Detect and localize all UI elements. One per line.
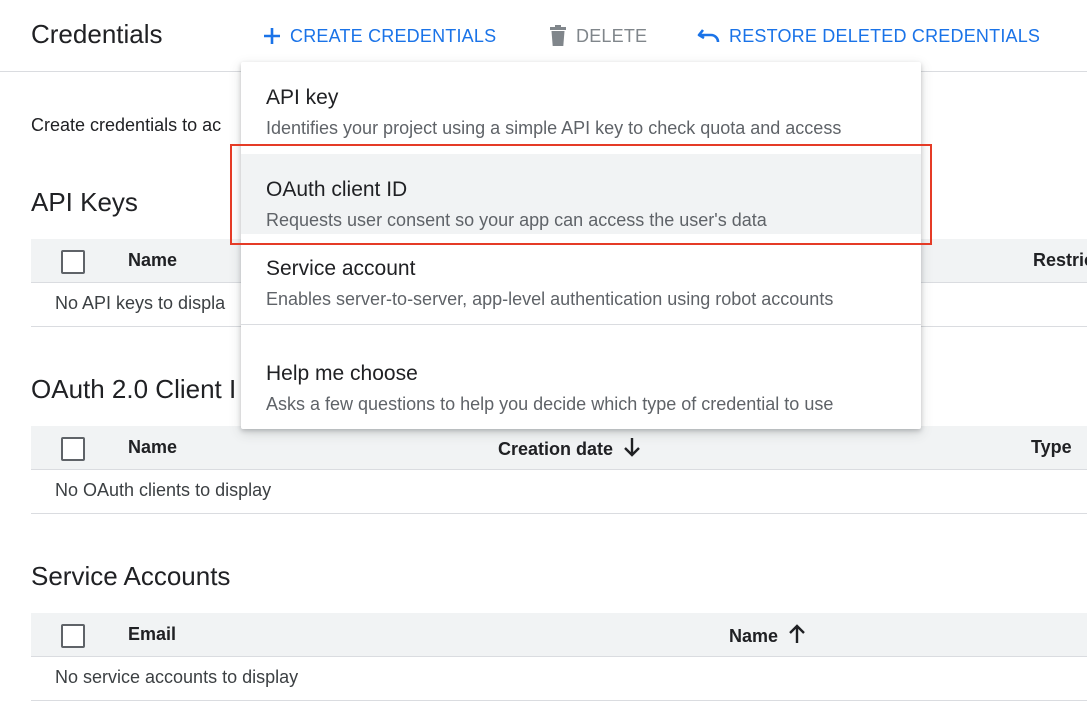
trash-icon xyxy=(548,25,568,47)
menu-item-label: OAuth client ID xyxy=(266,178,408,201)
create-credentials-label: CREATE CREDENTIALS xyxy=(290,25,497,46)
oauth-column-name[interactable]: Name xyxy=(128,437,177,458)
menu-item-oauth-client-id[interactable]: OAuth client ID Requests user consent so… xyxy=(241,154,921,234)
api-keys-column-restrictions[interactable]: Restric xyxy=(1033,250,1087,271)
service-accounts-empty-text: No service accounts to display xyxy=(55,667,299,687)
oauth-column-creation-date-label: Creation date xyxy=(498,439,614,459)
menu-item-service-account[interactable]: Service account Enables server-to-server… xyxy=(241,233,921,313)
service-accounts-table-header: Email Name xyxy=(31,613,1087,657)
menu-item-help-me-choose[interactable]: Help me choose Asks a few questions to h… xyxy=(241,338,921,418)
create-credentials-menu: API key Identifies your project using a … xyxy=(241,62,921,429)
oauth-clients-title: OAuth 2.0 Client I xyxy=(31,374,237,404)
credentials-page: Credentials CREATE CREDENTIALS DELETE RE… xyxy=(0,0,1087,722)
api-keys-select-all-checkbox[interactable] xyxy=(61,250,85,274)
oauth-table-header: Name Creation date Type xyxy=(31,426,1087,470)
menu-divider xyxy=(241,324,921,325)
service-accounts-empty-row: No service accounts to display xyxy=(31,657,1087,701)
menu-item-label: Service account xyxy=(266,257,416,280)
menu-item-label: API key xyxy=(266,86,339,109)
service-accounts-title: Service Accounts xyxy=(31,561,231,591)
menu-item-description: Asks a few questions to help you decide … xyxy=(266,394,834,414)
oauth-column-type[interactable]: Type xyxy=(1031,437,1072,458)
create-credentials-button[interactable]: CREATE CREDENTIALS xyxy=(262,22,496,50)
page-title: Credentials xyxy=(31,19,163,49)
service-accounts-column-email[interactable]: Email xyxy=(128,624,176,645)
oauth-select-all-checkbox[interactable] xyxy=(61,437,85,461)
restore-deleted-credentials-button[interactable]: RESTORE DELETED CREDENTIALS xyxy=(697,22,1040,50)
api-keys-title: API Keys xyxy=(31,187,138,217)
arrow-up-icon xyxy=(788,624,806,649)
arrow-down-icon xyxy=(623,437,641,462)
service-accounts-column-name-label: Name xyxy=(729,626,779,646)
menu-item-description: Requests user consent so your app can ac… xyxy=(266,210,767,230)
intro-text: Create credentials to ac xyxy=(31,115,222,135)
api-keys-column-name[interactable]: Name xyxy=(128,250,177,271)
menu-item-description: Enables server-to-server, app-level auth… xyxy=(266,289,834,309)
oauth-column-creation-date[interactable]: Creation date xyxy=(498,437,641,462)
menu-item-label: Help me choose xyxy=(266,362,418,385)
menu-item-description: Identifies your project using a simple A… xyxy=(266,118,842,138)
oauth-empty-row: No OAuth clients to display xyxy=(31,470,1087,514)
delete-button[interactable]: DELETE xyxy=(548,22,647,50)
oauth-empty-text: No OAuth clients to display xyxy=(55,480,272,500)
undo-icon xyxy=(697,27,721,45)
restore-deleted-credentials-label: RESTORE DELETED CREDENTIALS xyxy=(729,25,1041,46)
service-accounts-column-name[interactable]: Name xyxy=(729,624,806,649)
delete-label: DELETE xyxy=(576,25,648,46)
api-keys-empty-text: No API keys to displa xyxy=(55,293,226,313)
service-accounts-select-all-checkbox[interactable] xyxy=(61,624,85,648)
plus-icon xyxy=(262,26,282,46)
menu-item-api-key[interactable]: API key Identifies your project using a … xyxy=(241,62,921,142)
